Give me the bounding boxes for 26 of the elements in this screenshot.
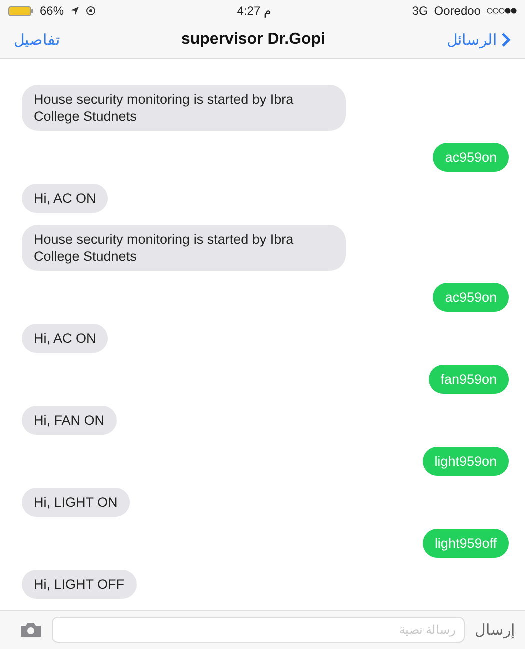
chevron-icon	[500, 32, 511, 48]
sent-message: ac959on	[433, 143, 509, 172]
received-message: Hi, LIGHT ON	[22, 488, 130, 517]
received-message: Hi, AC ON	[22, 184, 108, 213]
battery-percent: 66%	[40, 4, 64, 18]
send-button[interactable]: إرسال	[475, 621, 515, 639]
received-message: Hi, FAN ON	[22, 406, 117, 435]
alarm-icon	[86, 6, 96, 16]
received-message: House security monitoring is started by Ibra College Studnets	[22, 225, 346, 271]
sent-message: light959on	[422, 447, 509, 476]
signal-icon	[486, 8, 517, 14]
received-message: Hi, LIGHT OFF	[22, 570, 137, 599]
carrier-name: Ooredoo	[434, 4, 481, 18]
camera-icon[interactable]	[20, 622, 42, 638]
received-message: House security monitoring is started by Ibra College Studnets	[22, 85, 346, 131]
sent-message: ac959on	[433, 283, 509, 312]
battery-icon	[8, 6, 34, 16]
sent-message: fan959on	[428, 365, 509, 394]
conversation-title: supervisor Dr.Gopi	[181, 31, 326, 49]
clock: م 4:27	[237, 4, 271, 18]
received-message: Hi, AC ON	[22, 324, 108, 353]
network-type: 3G	[412, 4, 428, 18]
back-button[interactable]: الرسائل	[446, 31, 511, 49]
sent-message: light959off	[422, 529, 509, 558]
location-arrow-icon	[70, 6, 80, 16]
details-link[interactable]: تفاصيل	[14, 31, 60, 49]
